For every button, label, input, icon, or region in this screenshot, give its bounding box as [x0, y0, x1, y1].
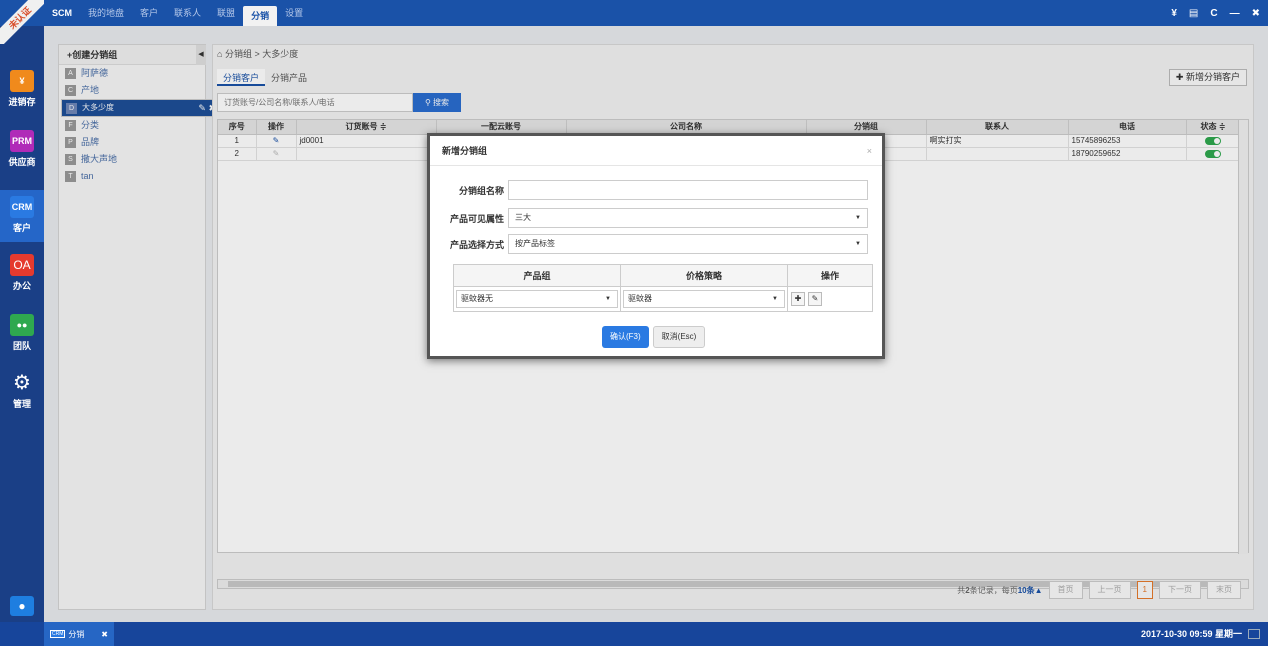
product-group-cell: 驱蚊器无 ▼	[454, 287, 621, 311]
sidebar-label: 团队	[12, 341, 31, 351]
field-select-mode: 产品选择方式 按产品标签 ▼	[430, 234, 868, 254]
select-value: 三大	[515, 213, 531, 222]
top-nav: SCM 我的地盘 客户 联系人 联盟 分销 设置	[44, 0, 311, 26]
field-label: 产品选择方式	[449, 239, 504, 250]
close-icon[interactable]: ✖	[1252, 8, 1260, 19]
col-header: 价格策略	[621, 265, 788, 286]
select-value: 按产品标签	[515, 239, 555, 248]
crm-mini-icon: CRM	[50, 630, 66, 638]
field-label: 分销组名称	[458, 185, 504, 196]
col-header: 操作	[820, 271, 839, 281]
confirm-button[interactable]: 确认(F3)	[602, 326, 649, 348]
field-group-name: 分销组名称	[430, 180, 868, 200]
table-row: 驱蚊器无 ▼ 驱蚊器 ▼ ✚ ✎	[454, 287, 872, 311]
sidebar-item-manage[interactable]: ⚙ 管理	[0, 372, 44, 424]
sidebar-item-inventory[interactable]: ¥ 进销存	[0, 70, 44, 122]
dialog-buttons: 确认(F3) 取消(Esc)	[602, 326, 706, 348]
yen-icon: ¥	[10, 70, 34, 92]
window-controls: ¥ ▤ C — ✖	[1171, 0, 1260, 26]
nav-scm[interactable]: SCM	[44, 0, 80, 26]
task-label: 分销	[68, 629, 85, 639]
app-sidebar: ¥ 进销存 PRM 供应商 CRM 客户 OA 办公 ●● 团队 ⚙ 管理 ●	[0, 26, 44, 622]
visible-attr-select[interactable]: 三大 ▼	[508, 208, 868, 228]
field-visible-attr: 产品可见属性 三大 ▼	[430, 208, 868, 228]
sidebar-label: 供应商	[8, 157, 36, 167]
new-group-dialog: 新增分销组 × 分销组名称 产品可见属性 三大 ▼ 产品选择方式 按产品标签 ▼ 产…	[427, 133, 885, 359]
nav-customers[interactable]: 客户	[132, 0, 166, 26]
sidebar-item-office[interactable]: OA 办公	[0, 254, 44, 306]
clock: 2017-10-30 09:59 星期一	[1140, 629, 1242, 639]
edit-icon[interactable]: ✎	[808, 292, 822, 306]
refresh-icon[interactable]: C	[1210, 8, 1217, 19]
col-header: 产品组	[454, 265, 621, 286]
unverified-ribbon: 未认证	[0, 0, 44, 44]
sidebar-label: 进销存	[8, 97, 36, 107]
sidebar-item-team[interactable]: ●● 团队	[0, 314, 44, 366]
chevron-down-icon: ▼	[855, 215, 861, 221]
top-bar: 未认证 SCM 我的地盘 客户 联系人 联盟 分销 设置 ¥ ▤ C — ✖	[0, 0, 1268, 44]
task-distribution[interactable]: CRM 分销 ✖	[44, 622, 114, 646]
taskbar: CRM 分销 ✖ 2017-10-30 09:59 星期一	[0, 622, 1268, 646]
sidebar-item-customer[interactable]: CRM 客户	[0, 190, 44, 242]
close-icon[interactable]: ×	[867, 136, 872, 166]
chevron-down-icon: ▼	[855, 241, 861, 247]
field-label: 产品可见属性	[449, 213, 504, 224]
select-mode-select[interactable]: 按产品标签 ▼	[508, 234, 868, 254]
apps-grid-icon[interactable]	[1248, 629, 1260, 639]
team-icon: ●●	[10, 314, 34, 336]
cancel-button[interactable]: 取消(Esc)	[652, 326, 706, 348]
unverified-badge: 未认证	[0, 0, 44, 44]
sidebar-label: 管理	[12, 399, 31, 409]
gear-icon: ⚙	[13, 372, 31, 394]
sidebar-label: 办公	[12, 281, 31, 291]
chevron-down-icon: ▼	[605, 296, 611, 302]
nav-contacts[interactable]: 联系人	[166, 0, 209, 26]
chevron-down-icon: ▼	[772, 296, 778, 302]
yen-icon[interactable]: ¥	[1171, 8, 1177, 19]
row-actions-cell: ✚ ✎	[788, 287, 872, 311]
crm-icon: CRM	[10, 196, 34, 218]
select-value: 驱蚊器无	[461, 294, 493, 303]
price-policy-cell: 驱蚊器 ▼	[621, 287, 788, 311]
group-name-input[interactable]	[508, 180, 868, 200]
nav-my-area[interactable]: 我的地盘	[80, 0, 132, 26]
chat-icon[interactable]: ▤	[1189, 8, 1198, 19]
nav-distribution[interactable]: 分销	[243, 6, 278, 26]
price-policy-select[interactable]: 驱蚊器 ▼	[623, 290, 785, 308]
sidebar-label: 客户	[12, 223, 31, 233]
minimize-icon[interactable]: —	[1230, 8, 1240, 19]
sidebar-item-supplier[interactable]: PRM 供应商	[0, 130, 44, 182]
product-group-table: 产品组 价格策略 操作 驱蚊器无 ▼ 驱蚊器 ▼ ✚ ✎	[453, 264, 873, 312]
oa-icon: OA	[10, 254, 34, 276]
dialog-title: 新增分销组	[442, 146, 488, 156]
close-icon[interactable]: ✖	[101, 630, 108, 639]
dialog-header: 新增分销组 ×	[430, 136, 882, 166]
product-group-select[interactable]: 驱蚊器无 ▼	[456, 290, 618, 308]
nav-alliance[interactable]: 联盟	[209, 0, 243, 26]
product-table-header: 产品组 价格策略 操作	[454, 265, 872, 287]
select-value: 驱蚊器	[628, 294, 652, 303]
add-row-icon[interactable]: ✚	[791, 292, 805, 306]
user-icon[interactable]: ●	[10, 596, 34, 616]
prm-icon: PRM	[10, 130, 34, 152]
nav-settings[interactable]: 设置	[277, 0, 311, 26]
